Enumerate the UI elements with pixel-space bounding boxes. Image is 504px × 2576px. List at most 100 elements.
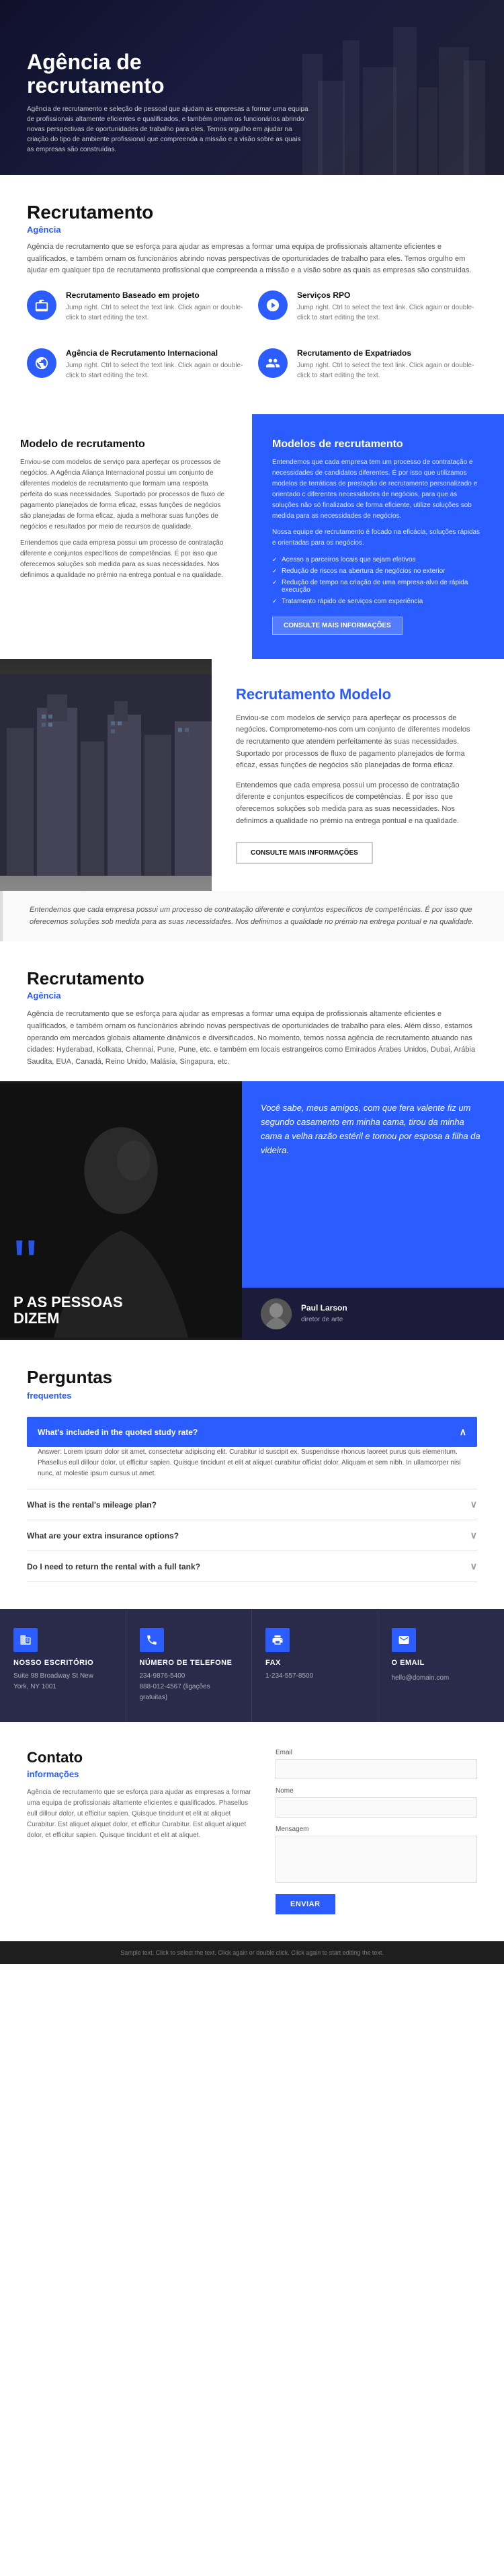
card-icon-2 [258,290,288,320]
card-desc-1: Jump right. Ctrl to select the text link… [66,303,246,323]
modelo-content-title: Recrutamento Modelo [236,686,480,703]
phone-label: NÚMERO DE TELEFONE [140,1659,239,1667]
phone-line2: 888-012-4567 (ligações gratuitas) [140,1682,239,1703]
quote-strip: Entendemos que cada empresa possui um pr… [0,891,504,941]
agencia2-text: Agência de recrutamento que se esforça p… [27,1009,477,1068]
section-title-group: Recrutamento Agência Agência de recrutam… [27,202,477,277]
contact-description: Agência de recrutamento que se esforça p… [27,1787,255,1841]
modelo-building-image [0,659,212,891]
modelo-left-p2: Entendemos que cada empresa possui um pr… [20,538,232,581]
faq-section: Perguntas frequentes What's included in … [0,1340,504,1609]
building-svg [0,659,212,891]
phone-line1: 234-9876-5400 [140,1671,239,1682]
card-title-1: Recrutamento Baseado em projeto [66,290,246,300]
consulte-btn[interactable]: Consulte mais informações [272,617,403,635]
person-avatar [261,1298,292,1329]
hero-section: Agência de recrutamento Agência de recru… [0,0,504,175]
building-icon [19,1634,32,1646]
modelo-image-col [0,659,212,891]
faq-question-2[interactable]: What are your extra insurance options? ∨ [27,1520,477,1551]
hero-title: Agência de recrutamento [27,50,309,97]
card-title-4: Recrutamento de Expatriados [297,348,477,358]
faq-title: Perguntas [27,1367,477,1388]
message-textarea[interactable] [276,1836,477,1883]
faq-item-3: Do I need to return the rental with a fu… [27,1551,477,1582]
office-label: NOSSO ESCRITÓRIO [13,1659,112,1667]
footer-bottom: Sample text. Click to select the text. C… [0,1941,504,1964]
modelo-right-list: Acesso a parceiros locais que sejam efet… [272,554,484,607]
modelo-right-intro: Entendemos que cada empresa tem um proce… [272,457,484,522]
list-item-0: Acesso a parceiros locais que sejam efet… [272,554,484,565]
message-label-text: Mensagem [276,1826,477,1833]
faq-question-text-1: What is the rental's mileage plan? [27,1500,157,1510]
contact-form-subtitle: informações [27,1769,255,1779]
card-icon-3 [27,348,56,378]
card-item-1: Recrutamento Baseado em projeto Jump rig… [27,290,246,336]
contact-col-office: NOSSO ESCRITÓRIO Suite 98 Broadway St Ne… [0,1609,126,1722]
faq-question-text-2: What are your extra insurance options? [27,1531,179,1540]
recrutamento-agencia-section: Recrutamento Agência Agência de recrutam… [0,175,504,414]
fax-line1: 1-234-557-8500 [265,1671,364,1682]
fax-icon-wrapper [265,1628,290,1652]
modelo-modelos-section: Modelo de recrutamento Enviou-se com mod… [0,414,504,659]
agencia2-title: Recrutamento [27,968,477,989]
footer-text: Sample text. Click to select the text. C… [27,1949,477,1956]
faq-question-text-0: What's included in the quoted study rate… [38,1428,198,1437]
card-icon-1 [27,290,56,320]
modelo-left-p1: Enviou-se com modelos de serviço para ap… [20,457,232,533]
office-icon-wrapper [13,1628,38,1652]
email-input[interactable] [276,1759,477,1779]
send-button[interactable]: ENVIAR [276,1894,335,1914]
faq-question-3[interactable]: Do I need to return the rental with a fu… [27,1551,477,1582]
email-icon [398,1634,410,1646]
email-icon-wrapper [392,1628,416,1652]
contact-info-bar: NOSSO ESCRITÓRIO Suite 98 Broadway St Ne… [0,1609,504,1722]
email-field-wrapper: Email [276,1749,477,1779]
faq-subtitle: frequentes [27,1391,477,1401]
card-item-4: Recrutamento de Expatriados Jump right. … [258,348,477,394]
list-item-3: Tratamento rápido de serviços com experi… [272,596,484,607]
person-name: Paul Larson [301,1303,347,1313]
faq-question-text-3: Do I need to return the rental with a fu… [27,1562,200,1571]
card-title-2: Serviços RPO [297,290,477,300]
email-link[interactable]: hello@domain.com [392,1674,450,1682]
email-label: O EMAIL [392,1659,491,1667]
person-info: Paul Larson diretor de arte [301,1303,347,1325]
modelo-left-title: Modelo de recrutamento [20,438,232,451]
faq-question-1[interactable]: What is the rental's mileage plan? ∨ [27,1489,477,1520]
card-item-2: Serviços RPO Jump right. Ctrl to select … [258,290,477,336]
quote-top-block: Você sabe, meus amigos, com que fera val… [242,1081,504,1288]
contact-form-section: Contato informações Agência de recrutame… [0,1722,504,1941]
contact-form-title: Contato [27,1749,255,1766]
consulte-mais-btn[interactable]: CONSULTE MAIS INFORMAÇÕES [236,842,373,864]
modelo-right-col: Modelos de recrutamento Entendemos que c… [252,414,504,659]
card-desc-2: Jump right. Ctrl to select the text link… [297,303,477,323]
modelo-content-col: Recrutamento Modelo Enviou-se com modelo… [212,659,504,891]
contact-col-phone: NÚMERO DE TELEFONE 234-9876-5400 888-012… [126,1609,253,1722]
people-icon [265,356,280,370]
modelo-content-p2: Entendemos que cada empresa possui um pr… [236,780,480,827]
office-line2: York, NY 1001 [13,1682,112,1692]
faq-answer-0: Answer: Lorem ipsum dolor sit amet, cons… [27,1447,477,1489]
briefcase-icon [34,298,49,313]
fax-icon [271,1634,284,1646]
name-input[interactable] [276,1797,477,1818]
email-label-text: Email [276,1749,477,1756]
phone-icon [146,1634,158,1646]
message-field-wrapper: Mensagem [276,1826,477,1886]
modelo-image-section: Recrutamento Modelo Enviou-se com modelo… [0,659,504,891]
quote-strip-text: Entendemos que cada empresa possui um pr… [30,904,477,928]
quote-column: Você sabe, meus amigos, com que fera val… [242,1081,504,1340]
faq-question-0[interactable]: What's included in the quoted study rate… [27,1417,477,1447]
fax-label: FAX [265,1659,364,1667]
modelo-left-col: Modelo de recrutamento Enviou-se com mod… [0,414,252,659]
faq-item-1: What is the rental's mileage plan? ∨ [27,1489,477,1520]
modelo-content-p1: Enviou-se com modelos de serviço para ap… [236,713,480,772]
agencia2-section: Recrutamento Agência Agência de recrutam… [0,941,504,1068]
section-title: Recrutamento [27,202,477,223]
person-image-col: " P as pessoasdizem [0,1081,242,1340]
contact-col-fax: FAX 1-234-557-8500 [252,1609,378,1722]
contact-form-right: Email Nome Mensagem ENVIAR [276,1749,477,1914]
quote-bottom-block: Paul Larson diretor de arte [242,1288,504,1340]
person-overlay-text: " P as pessoasdizem [13,1241,123,1327]
